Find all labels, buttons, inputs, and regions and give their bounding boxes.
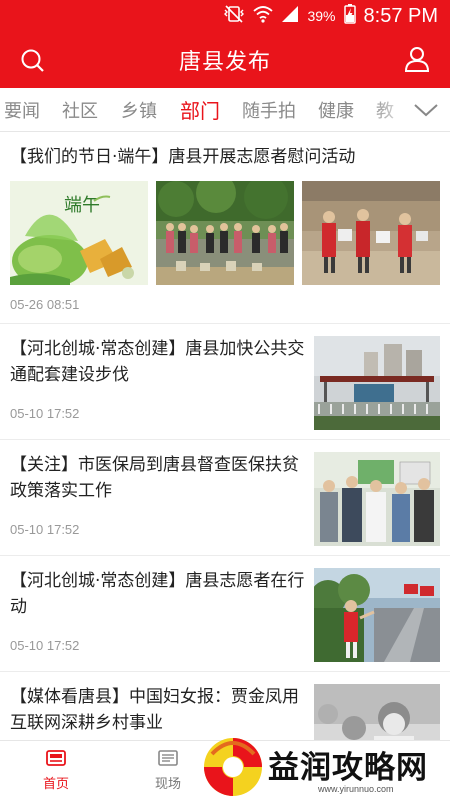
nav-live[interactable]: 现场 <box>138 741 198 800</box>
news-title: 【河北创城·常态创建】唐县志愿者在行动 <box>10 571 305 617</box>
news-feed: 【我们的节日·端午】唐县开展志愿者慰问活动 端午 05-26 08:51 【河北… <box>0 133 450 740</box>
tab-suishoupai[interactable]: 随手拍 <box>242 97 296 123</box>
tab-xiangzhen[interactable]: 乡镇 <box>121 97 157 123</box>
news-date: 05-10 17:52 <box>10 406 80 421</box>
news-thumbnail-woman-portrait <box>314 684 440 740</box>
page-title: 唐县发布 <box>178 50 271 75</box>
news-title: 【河北创城·常态创建】唐县加快公共交通配套建设步伐 <box>10 339 305 385</box>
category-tabs: 要闻 社区 乡镇 部门 随手拍 健康 教 <box>0 88 450 132</box>
watermark-url: www.yirunnuo.com <box>318 784 394 794</box>
news-thumbnail-volunteers <box>302 181 440 285</box>
watermark: 益润攻略网 www.yirunnuo.com <box>200 734 450 800</box>
thumb-text: 端午 <box>64 195 100 216</box>
app-root: 39% 8:57 PM 唐县发布 要闻 社区 乡镇 部门 随手拍 健康 【我们的… <box>0 0 450 800</box>
news-title: 【我们的节日·端午】唐县开展志愿者慰问活动 <box>10 147 356 167</box>
nav-label: 现场 <box>154 777 181 792</box>
live-icon <box>157 749 179 769</box>
nav-label: 首页 <box>42 777 69 792</box>
clock: 8:57 PM <box>363 4 438 27</box>
signal-icon <box>281 5 299 27</box>
news-item[interactable]: 【关注】市医保局到唐县督查医保扶贫政策落实工作 05-10 17:52 <box>0 440 450 556</box>
tab-bumen[interactable]: 部门 <box>180 95 220 124</box>
news-date: 05-10 17:52 <box>10 522 80 537</box>
tabs-fade <box>370 88 410 131</box>
news-thumbnail-hospital <box>314 452 440 546</box>
news-thumbnail-bus-station <box>314 336 440 430</box>
tab-jiankang[interactable]: 健康 <box>318 97 354 123</box>
app-header: 唐县发布 <box>0 32 450 88</box>
news-item[interactable]: 【河北创城·常态创建】唐县志愿者在行动 05-10 17:52 <box>0 556 450 672</box>
tab-yaowen[interactable]: 要闻 <box>4 97 40 123</box>
battery-percent: 39% <box>307 8 336 24</box>
news-thumbnail-street-volunteer <box>314 568 440 662</box>
chevron-down-icon[interactable] <box>412 98 440 122</box>
wifi-icon <box>253 5 274 27</box>
news-title: 【媒体看唐县】中国妇女报：贾金凤用互联网深耕乡村事业 <box>10 687 299 733</box>
watermark-text: 益润攻略网 <box>268 750 428 786</box>
news-thumbnail-duanwu: 端午 <box>10 181 148 285</box>
vibrate-off-icon <box>223 5 245 27</box>
news-item[interactable]: 【我们的节日·端午】唐县开展志愿者慰问活动 端午 05-26 08:51 <box>0 133 450 324</box>
news-thumbnails: 端午 <box>10 181 440 285</box>
news-thumbnail-crowd <box>156 181 294 285</box>
news-item[interactable]: 【河北创城·常态创建】唐县加快公共交通配套建设步伐 05-10 17:52 <box>0 324 450 440</box>
news-date: 05-10 17:52 <box>10 638 80 653</box>
home-icon <box>45 749 67 769</box>
user-icon[interactable] <box>402 44 432 74</box>
tab-shequ[interactable]: 社区 <box>62 97 98 123</box>
nav-home[interactable]: 首页 <box>26 741 86 800</box>
status-bar: 39% 8:57 PM <box>0 0 450 32</box>
news-title: 【关注】市医保局到唐县督查医保扶贫政策落实工作 <box>10 455 299 501</box>
battery-charging-icon <box>343 4 356 28</box>
news-item[interactable]: 【媒体看唐县】中国妇女报：贾金凤用互联网深耕乡村事业 <box>0 672 450 740</box>
news-date: 05-26 08:51 <box>10 297 80 312</box>
